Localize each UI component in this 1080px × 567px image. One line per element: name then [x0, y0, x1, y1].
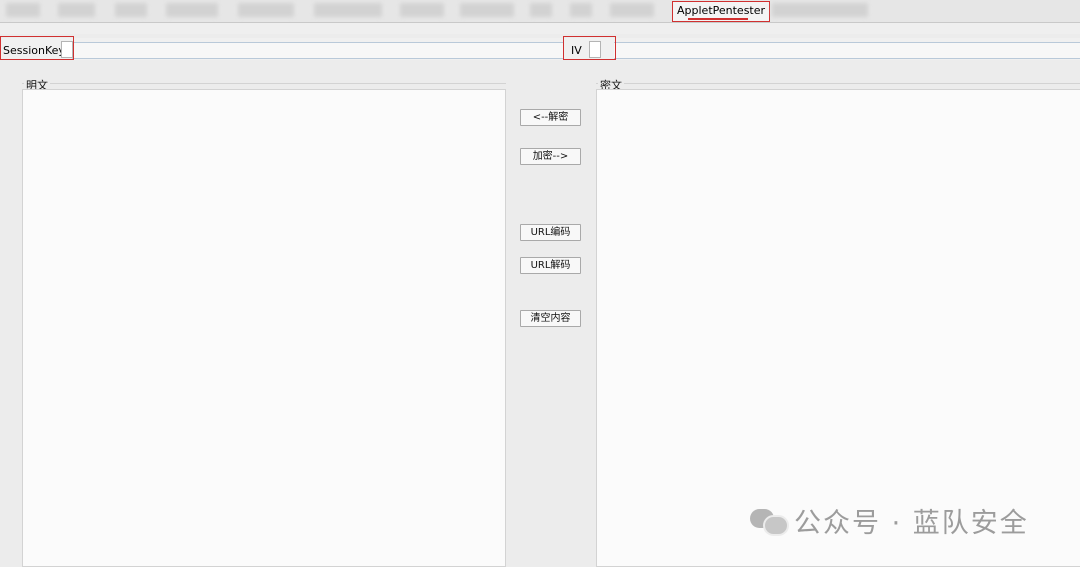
iv-field[interactable] — [614, 42, 1080, 59]
tab-blurred-8[interactable] — [460, 3, 514, 17]
tab-blurred-10[interactable] — [570, 3, 592, 17]
tab-blurred-3[interactable] — [115, 3, 147, 17]
tab-blurred-2[interactable] — [58, 3, 95, 17]
plaintext-group-border — [22, 83, 506, 84]
ciphertext-group-border — [596, 83, 1080, 84]
tab-blurred-1[interactable] — [6, 3, 40, 17]
tab-blurred-6[interactable] — [314, 3, 382, 17]
tab-blurred-7[interactable] — [400, 3, 444, 17]
tab-blurred-12[interactable] — [772, 3, 868, 17]
iv-input[interactable] — [589, 41, 601, 58]
tab-blurred-4[interactable] — [166, 3, 218, 17]
iv-label: IV — [571, 44, 582, 57]
active-tab-indicator — [688, 18, 748, 20]
session-key-field[interactable] — [72, 42, 564, 59]
toolbar-spacer — [0, 23, 1080, 34]
encrypt-button[interactable]: 加密--> — [520, 148, 581, 165]
ciphertext-textarea[interactable] — [596, 89, 1080, 567]
plaintext-textarea[interactable] — [22, 89, 506, 567]
watermark-text: 公众号 · 蓝队安全 — [794, 507, 1029, 539]
url-decode-button[interactable]: URL解码 — [520, 257, 581, 274]
tab-blurred-9[interactable] — [530, 3, 552, 17]
tab-blurred-11[interactable] — [610, 3, 654, 17]
watermark: 公众号 · 蓝队安全 — [750, 502, 1029, 539]
decrypt-button[interactable]: <--解密 — [520, 109, 581, 126]
clear-button[interactable]: 清空内容 — [520, 310, 581, 327]
wechat-icon — [750, 505, 789, 536]
tab-blurred-5[interactable] — [238, 3, 294, 17]
url-encode-button[interactable]: URL编码 — [520, 224, 581, 241]
session-key-input[interactable] — [61, 41, 73, 58]
tab-bar: AppletPentester — [0, 0, 1080, 23]
session-key-label: SessionKey — [3, 44, 65, 57]
